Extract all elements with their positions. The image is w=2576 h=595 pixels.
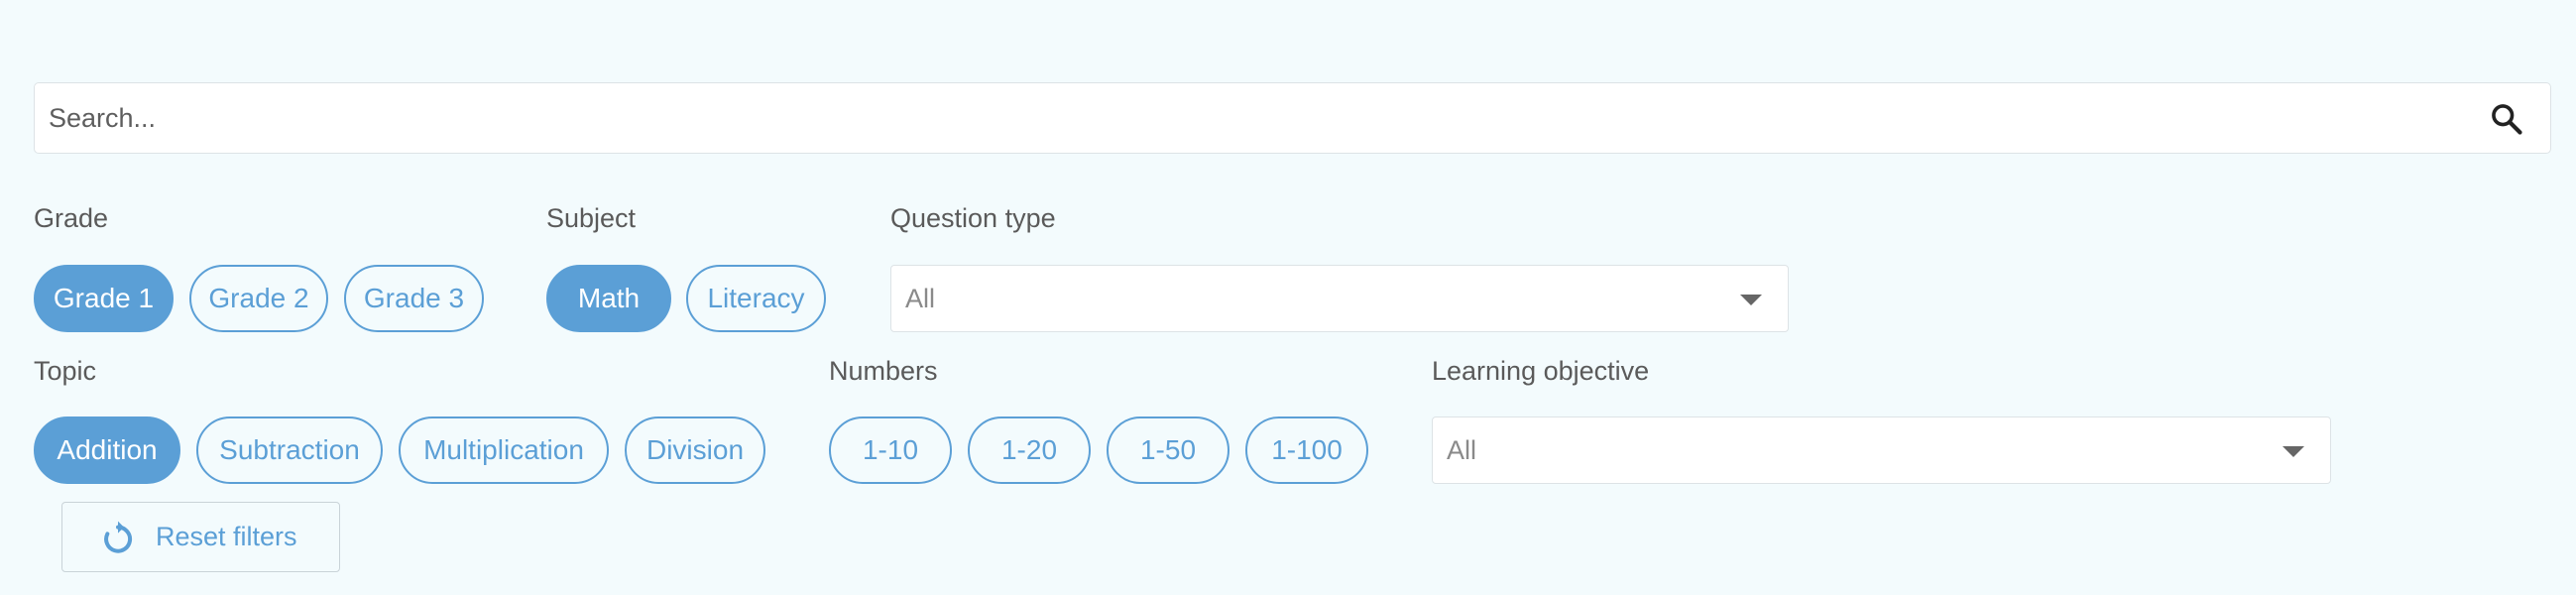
- chevron-down-icon: [1740, 295, 1762, 305]
- grade-label: Grade: [34, 203, 109, 233]
- search-bar: [34, 82, 2551, 154]
- question-type-label: Question type: [890, 203, 1056, 233]
- topic-multiplication-pill[interactable]: Multiplication: [399, 416, 609, 484]
- chevron-down-icon: [2283, 446, 2304, 457]
- question-type-select[interactable]: All: [890, 265, 1789, 332]
- subject-label: Subject: [546, 203, 637, 233]
- topic-addition-pill[interactable]: Addition: [34, 416, 180, 484]
- numbers-1-100-pill[interactable]: 1-100: [1245, 416, 1368, 484]
- numbers-label: Numbers: [829, 356, 938, 386]
- numbers-1-10-pill[interactable]: 1-10: [829, 416, 952, 484]
- question-type-value: All: [905, 284, 936, 313]
- learning-objective-select[interactable]: All: [1432, 416, 2331, 484]
- learning-objective-value: All: [1447, 435, 1477, 465]
- topic-division-pill[interactable]: Division: [625, 416, 765, 484]
- numbers-1-20-pill[interactable]: 1-20: [968, 416, 1091, 484]
- reset-filters-label: Reset filters: [156, 522, 297, 551]
- search-icon[interactable]: [2489, 101, 2524, 137]
- numbers-1-50-pill[interactable]: 1-50: [1107, 416, 1229, 484]
- topic-label: Topic: [34, 356, 97, 386]
- subject-math-pill[interactable]: Math: [546, 265, 671, 332]
- search-input[interactable]: [49, 83, 2428, 153]
- reset-icon: [104, 521, 133, 553]
- grade-1-pill[interactable]: Grade 1: [34, 265, 174, 332]
- reset-filters-button[interactable]: Reset filters: [61, 502, 340, 572]
- subject-literacy-pill[interactable]: Literacy: [686, 265, 826, 332]
- topic-subtraction-pill[interactable]: Subtraction: [196, 416, 383, 484]
- grade-3-pill[interactable]: Grade 3: [344, 265, 484, 332]
- learning-objective-label: Learning objective: [1432, 356, 1650, 386]
- grade-2-pill[interactable]: Grade 2: [189, 265, 328, 332]
